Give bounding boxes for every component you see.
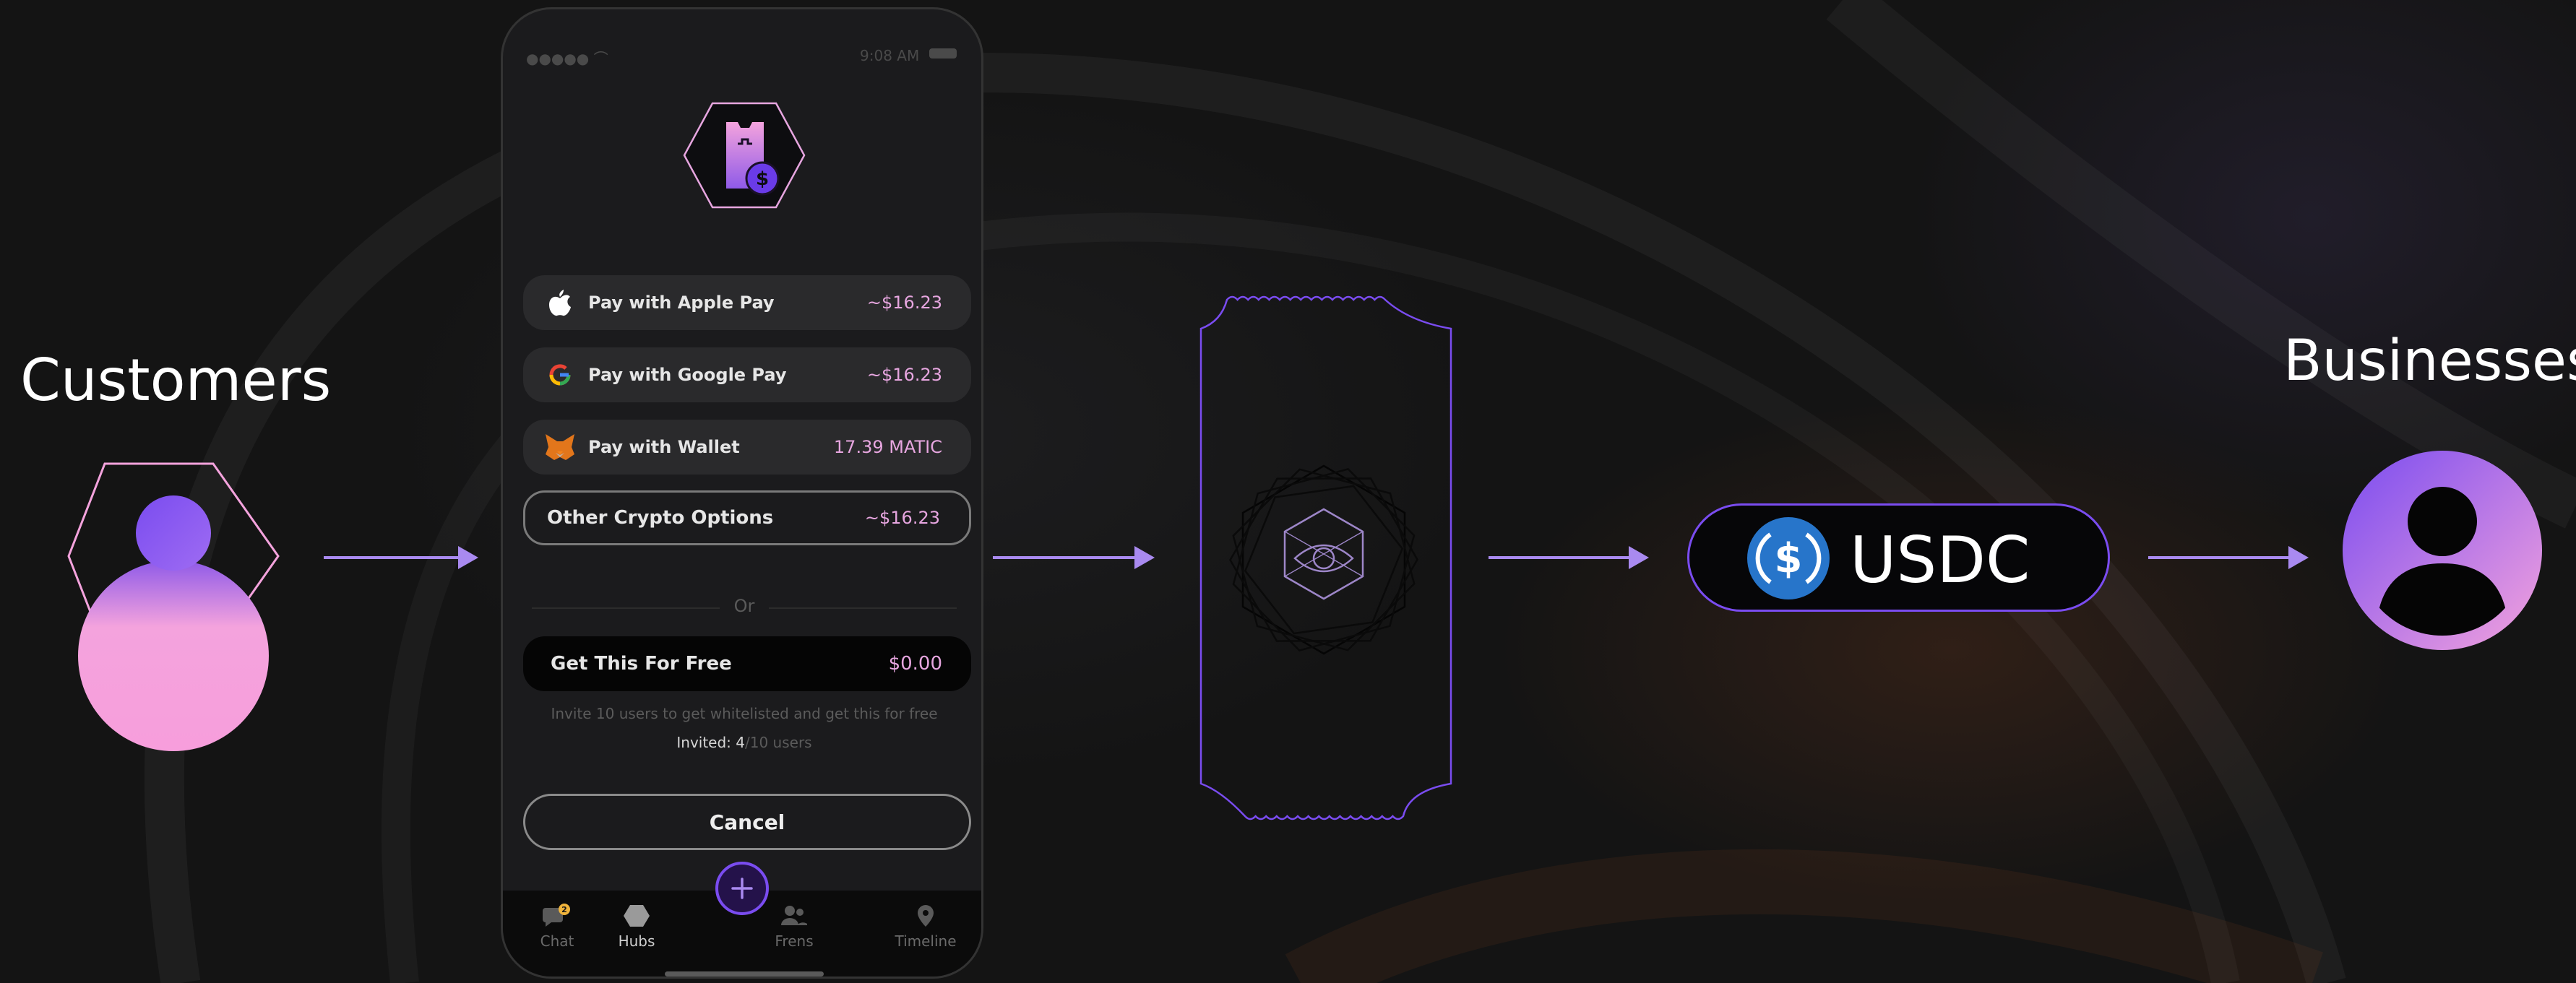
phone-mockup: ●●●●● ⌒ 9:08 AM $ Pay with Apple Pay ~$1… (501, 7, 983, 979)
invited-total: /10 users (745, 734, 812, 751)
pay-apple-pay-button[interactable]: Pay with Apple Pay ~$16.23 (523, 275, 971, 330)
tab-label: Hubs (618, 932, 655, 950)
invited-prefix: Invited: (676, 734, 731, 751)
free-option-label: Get This For Free (551, 653, 732, 675)
pay-wallet-button[interactable]: Pay with Wallet 17.39 MATIC (523, 420, 971, 475)
businesses-title: Businesses (2283, 329, 2576, 394)
pay-option-label: Pay with Wallet (588, 437, 740, 457)
arrow-ticket-to-usdc (1489, 546, 1649, 569)
get-for-free-button[interactable]: Get This For Free $0.00 (523, 636, 971, 691)
tab-chat[interactable]: 2 Chat (517, 904, 597, 950)
status-time: 9:08 AM (860, 47, 920, 64)
hexagon-icon (624, 905, 650, 927)
usdc-coin-icon: $ (1747, 517, 1830, 599)
svg-text:$: $ (1775, 535, 1803, 582)
arrow-app-to-ticket (993, 546, 1155, 569)
arrow-customers-to-app (324, 546, 478, 569)
usdc-label: USDC (1850, 523, 2030, 597)
or-separator: Or (733, 596, 755, 616)
free-option-amount: $0.00 (888, 653, 942, 675)
pay-option-amount: ~$16.23 (866, 293, 942, 313)
plus-icon (731, 878, 753, 899)
add-button[interactable] (715, 862, 769, 915)
tab-hubs[interactable]: Hubs (597, 904, 676, 950)
chat-icon: 2 (543, 904, 570, 927)
status-signal: ●●●●● ⌒ (526, 50, 608, 67)
usdc-badge: $ USDC (1687, 503, 2110, 612)
pay-option-label: Pay with Apple Pay (588, 293, 775, 313)
users-icon (781, 906, 807, 925)
nft-ticket-icon (1199, 295, 1452, 820)
battery-icon (929, 48, 957, 59)
pay-option-amount: ~$16.23 (866, 365, 942, 385)
google-icon (539, 363, 581, 387)
customer-avatar-icon (67, 462, 280, 751)
pay-option-label: Pay with Google Pay (588, 365, 787, 385)
tab-label: Timeline (895, 932, 957, 950)
home-indicator (665, 971, 824, 976)
tab-label: Frens (775, 932, 814, 950)
pay-option-label: Other Crypto Options (547, 507, 774, 529)
cancel-button[interactable]: Cancel (523, 794, 971, 850)
apple-icon (539, 289, 581, 316)
other-crypto-options-button[interactable]: Other Crypto Options ~$16.23 (523, 490, 971, 545)
tab-label: Chat (540, 932, 574, 950)
pay-google-pay-button[interactable]: Pay with Google Pay ~$16.23 (523, 347, 971, 402)
location-pin-icon (918, 905, 934, 927)
arrow-usdc-to-businesses (2148, 546, 2309, 569)
invited-count: 4 (736, 734, 746, 751)
chat-badge: 2 (561, 905, 567, 914)
customers-title: Customers (20, 347, 332, 414)
invited-progress: Invited: 4/10 users (503, 734, 981, 751)
pay-option-amount: ~$16.23 (864, 508, 940, 528)
invite-note: Invite 10 users to get whitelisted and g… (551, 705, 938, 722)
svg-text:$: $ (756, 168, 769, 190)
metamask-fox-icon (539, 433, 581, 462)
tab-timeline[interactable]: Timeline (886, 904, 965, 950)
pay-option-amount: 17.39 MATIC (833, 437, 942, 457)
product-badge-icon: $ (683, 102, 806, 209)
tab-frens[interactable]: Frens (754, 904, 834, 950)
business-avatar-icon (2343, 451, 2542, 650)
